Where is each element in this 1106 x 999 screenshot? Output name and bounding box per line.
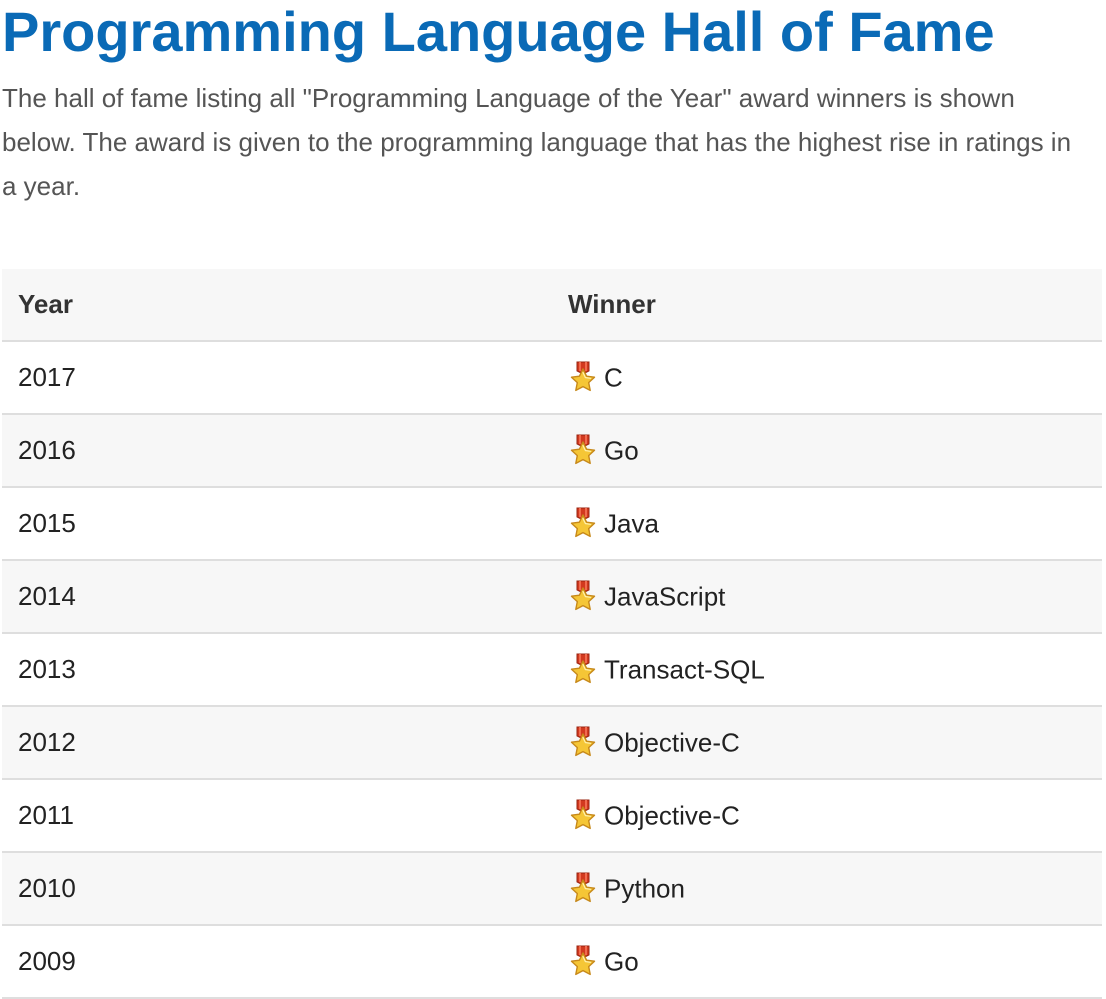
year-cell: 2011 (2, 779, 568, 853)
table-row: 2017 C (2, 341, 1102, 415)
table-header-row: Year Winner (2, 269, 1102, 342)
winner-cell: JavaScript (568, 560, 1102, 634)
year-column-header: Year (2, 269, 568, 342)
winner-name: Transact-SQL (604, 654, 765, 685)
winner-cell: Objective-C (568, 706, 1102, 780)
winner-name: Objective-C (604, 800, 740, 831)
winner-cell: Go (568, 925, 1102, 999)
award-medal-icon (568, 944, 598, 976)
year-cell: 2016 (2, 414, 568, 488)
year-cell: 2017 (2, 341, 568, 415)
award-medal-icon (568, 579, 598, 611)
intro-text: The hall of fame listing all "Programmin… (2, 83, 1072, 201)
year-cell: 2009 (2, 925, 568, 999)
table-row: 2011 Objective-C (2, 779, 1102, 853)
table-row: 2010 Python (2, 852, 1102, 926)
winner-cell: Transact-SQL (568, 633, 1102, 707)
award-medal-icon (568, 798, 598, 830)
winner-name: Python (604, 873, 685, 904)
winner-name: Java (604, 508, 659, 539)
table-row: 2015 Java (2, 487, 1102, 561)
winner-cell: Python (568, 852, 1102, 926)
award-medal-icon (568, 652, 598, 684)
table-row: 2009 Go (2, 925, 1102, 999)
winner-name: C (604, 362, 623, 393)
table-row: 2014 JavaScript (2, 560, 1102, 634)
winner-name: Objective-C (604, 727, 740, 758)
table-row: 2016 Go (2, 414, 1102, 488)
award-medal-icon (568, 725, 598, 757)
winner-cell: C (568, 341, 1102, 415)
winner-name: Go (604, 435, 639, 466)
award-medal-icon (568, 433, 598, 465)
table-row: 2012 Objective-C (2, 706, 1102, 780)
table-row: 2013 Transact-SQL (2, 633, 1102, 707)
winner-name: JavaScript (604, 581, 726, 612)
winner-name: Go (604, 946, 639, 977)
award-medal-icon (568, 360, 598, 392)
winner-cell: Objective-C (568, 779, 1102, 853)
page-title: Programming Language Hall of Fame (2, 0, 995, 63)
award-medal-icon (568, 871, 598, 903)
year-cell: 2014 (2, 560, 568, 634)
year-cell: 2010 (2, 852, 568, 926)
award-medal-icon (568, 506, 598, 538)
hall-of-fame-table: Year Winner 2017 C 2016 Go 2015 Java 201… (2, 269, 1102, 999)
winner-column-header: Winner (568, 269, 1102, 342)
winner-cell: Java (568, 487, 1102, 561)
year-cell: 2012 (2, 706, 568, 780)
year-cell: 2015 (2, 487, 568, 561)
winner-cell: Go (568, 414, 1102, 488)
year-cell: 2013 (2, 633, 568, 707)
